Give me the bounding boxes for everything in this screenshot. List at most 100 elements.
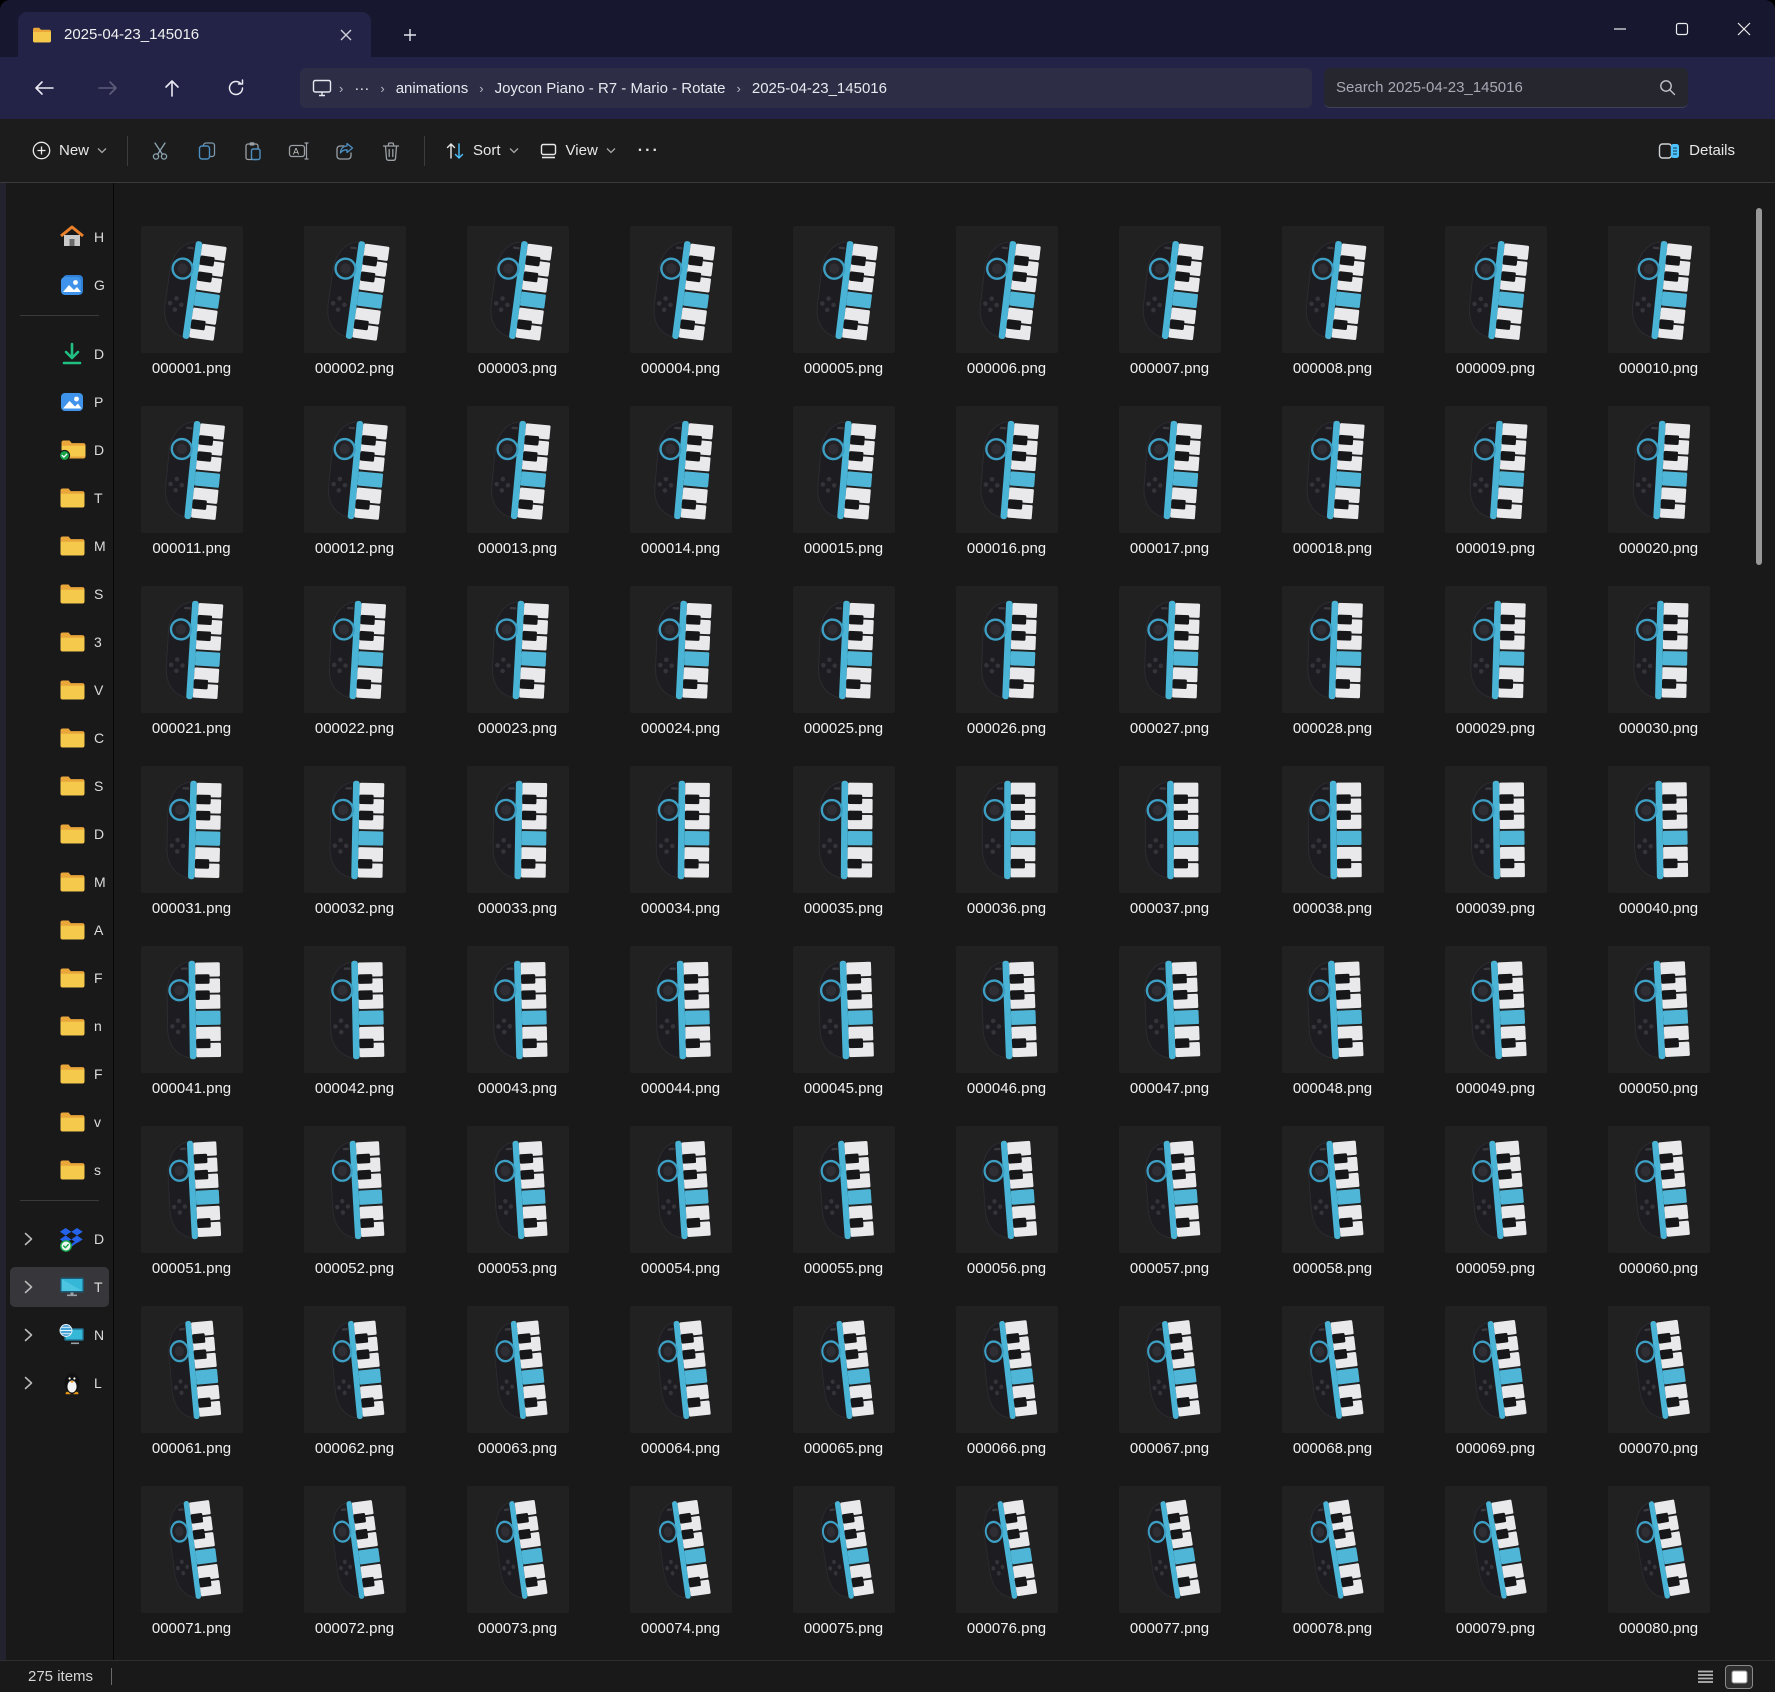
- file-item[interactable]: 000022.png: [273, 586, 436, 740]
- file-item[interactable]: 000006.png: [925, 226, 1088, 380]
- close-button[interactable]: [1713, 0, 1775, 57]
- file-item[interactable]: 000020.png: [1577, 406, 1740, 560]
- refresh-button[interactable]: [216, 68, 256, 108]
- file-item[interactable]: 000012.png: [273, 406, 436, 560]
- file-item[interactable]: 000036.png: [925, 766, 1088, 920]
- sidebar-item-gallery[interactable]: G: [10, 265, 109, 305]
- file-item[interactable]: 000057.png: [1088, 1126, 1251, 1280]
- file-item[interactable]: 000038.png: [1251, 766, 1414, 920]
- file-item[interactable]: 000009.png: [1414, 226, 1577, 380]
- chevron-right-icon[interactable]: [24, 1328, 33, 1342]
- file-item[interactable]: 000043.png: [436, 946, 599, 1100]
- file-item[interactable]: 000031.png: [114, 766, 273, 920]
- file-item[interactable]: 000056.png: [925, 1126, 1088, 1280]
- file-item[interactable]: 000054.png: [599, 1126, 762, 1280]
- address-bar[interactable]: › ··· › animations › Joycon Piano - R7 -…: [300, 68, 1312, 108]
- sidebar-item-downloads[interactable]: D: [10, 334, 109, 374]
- file-item[interactable]: 000059.png: [1414, 1126, 1577, 1280]
- sidebar-item-folder[interactable]: S: [10, 574, 109, 614]
- breadcrumb-item-joycon-piano[interactable]: Joycon Piano - R7 - Mario - Rotate: [487, 76, 734, 101]
- sidebar-item-network[interactable]: N: [10, 1315, 109, 1355]
- file-item[interactable]: 000035.png: [762, 766, 925, 920]
- file-item[interactable]: 000041.png: [114, 946, 273, 1100]
- sidebar-item-folder[interactable]: F: [10, 958, 109, 998]
- cut-button[interactable]: [138, 133, 184, 169]
- file-item[interactable]: 000028.png: [1251, 586, 1414, 740]
- breadcrumb-item-current-folder[interactable]: 2025-04-23_145016: [744, 76, 895, 101]
- file-item[interactable]: 000071.png: [114, 1486, 273, 1640]
- sidebar-item-folder[interactable]: M: [10, 862, 109, 902]
- file-item[interactable]: 000076.png: [925, 1486, 1088, 1640]
- file-item[interactable]: 000040.png: [1577, 766, 1740, 920]
- chevron-right-icon[interactable]: [24, 1280, 33, 1294]
- sidebar-item-home[interactable]: H: [10, 217, 109, 257]
- sidebar-item-folder[interactable]: D: [10, 814, 109, 854]
- file-item[interactable]: 000014.png: [599, 406, 762, 560]
- sort-button[interactable]: Sort: [435, 134, 529, 168]
- file-item[interactable]: 000072.png: [273, 1486, 436, 1640]
- file-item[interactable]: 000045.png: [762, 946, 925, 1100]
- up-button[interactable]: [152, 68, 192, 108]
- file-item[interactable]: 000077.png: [1088, 1486, 1251, 1640]
- file-item[interactable]: 000070.png: [1577, 1306, 1740, 1460]
- file-item[interactable]: 000074.png: [599, 1486, 762, 1640]
- sidebar-item-this-pc[interactable]: T: [10, 1267, 109, 1307]
- file-item[interactable]: 000025.png: [762, 586, 925, 740]
- file-item[interactable]: 000067.png: [1088, 1306, 1251, 1460]
- file-item[interactable]: 000002.png: [273, 226, 436, 380]
- file-item[interactable]: 000053.png: [436, 1126, 599, 1280]
- back-button[interactable]: [24, 68, 64, 108]
- new-button[interactable]: New: [22, 133, 117, 168]
- file-item[interactable]: 000068.png: [1251, 1306, 1414, 1460]
- search-icon[interactable]: [1659, 79, 1676, 96]
- sidebar-item-folder[interactable]: S: [10, 766, 109, 806]
- file-item[interactable]: 000052.png: [273, 1126, 436, 1280]
- file-item[interactable]: 000049.png: [1414, 946, 1577, 1100]
- sidebar-item-folder[interactable]: F: [10, 1054, 109, 1094]
- sidebar-item-folder[interactable]: s: [10, 1150, 109, 1190]
- explorer-tab[interactable]: 2025-04-23_145016: [18, 12, 371, 57]
- sidebar-item-linux[interactable]: L: [10, 1363, 109, 1403]
- file-item[interactable]: 000055.png: [762, 1126, 925, 1280]
- file-item[interactable]: 000073.png: [436, 1486, 599, 1640]
- paste-button[interactable]: [230, 133, 276, 169]
- sidebar-item-folder[interactable]: V: [10, 670, 109, 710]
- file-item[interactable]: 000008.png: [1251, 226, 1414, 380]
- file-item[interactable]: 000060.png: [1577, 1126, 1740, 1280]
- file-item[interactable]: 000080.png: [1577, 1486, 1740, 1640]
- file-item[interactable]: 000050.png: [1577, 946, 1740, 1100]
- sidebar-item-folder[interactable]: C: [10, 718, 109, 758]
- file-item[interactable]: 000032.png: [273, 766, 436, 920]
- chevron-right-icon[interactable]: [24, 1232, 33, 1246]
- file-item[interactable]: 000004.png: [599, 226, 762, 380]
- file-item[interactable]: 000048.png: [1251, 946, 1414, 1100]
- file-item[interactable]: 000051.png: [114, 1126, 273, 1280]
- file-item[interactable]: 000017.png: [1088, 406, 1251, 560]
- delete-button[interactable]: [368, 133, 414, 169]
- sidebar-item-folder[interactable]: A: [10, 910, 109, 950]
- minimize-button[interactable]: [1589, 0, 1651, 57]
- file-item[interactable]: 000021.png: [114, 586, 273, 740]
- rename-button[interactable]: A: [276, 133, 322, 169]
- file-item[interactable]: 000046.png: [925, 946, 1088, 1100]
- file-item[interactable]: 000018.png: [1251, 406, 1414, 560]
- file-item[interactable]: 000063.png: [436, 1306, 599, 1460]
- file-item[interactable]: 000001.png: [114, 226, 273, 380]
- file-item[interactable]: 000039.png: [1414, 766, 1577, 920]
- sidebar-item-dropbox[interactable]: D: [10, 1219, 109, 1259]
- file-item[interactable]: 000058.png: [1251, 1126, 1414, 1280]
- sidebar-item-folder[interactable]: M: [10, 526, 109, 566]
- file-item[interactable]: 000005.png: [762, 226, 925, 380]
- file-item[interactable]: 000013.png: [436, 406, 599, 560]
- file-item[interactable]: 000026.png: [925, 586, 1088, 740]
- tab-close-icon[interactable]: [333, 22, 359, 48]
- file-item[interactable]: 000010.png: [1577, 226, 1740, 380]
- file-item[interactable]: 000042.png: [273, 946, 436, 1100]
- file-item[interactable]: 000003.png: [436, 226, 599, 380]
- file-item[interactable]: 000047.png: [1088, 946, 1251, 1100]
- more-options-button[interactable]: ···: [626, 134, 672, 168]
- file-item[interactable]: 000019.png: [1414, 406, 1577, 560]
- maximize-button[interactable]: [1651, 0, 1713, 57]
- file-item[interactable]: 000065.png: [762, 1306, 925, 1460]
- file-item[interactable]: 000079.png: [1414, 1486, 1577, 1640]
